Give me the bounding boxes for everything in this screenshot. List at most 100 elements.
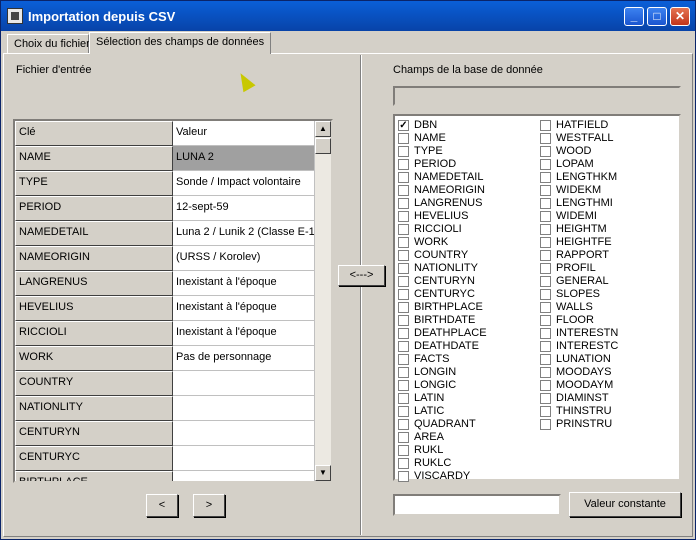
checkbox-box[interactable]: [398, 445, 409, 456]
checkbox-box[interactable]: [398, 432, 409, 443]
checkbox-box[interactable]: [398, 185, 409, 196]
title-bar[interactable]: Importation depuis CSV _ □ ✕: [1, 1, 695, 31]
table-row[interactable]: CENTURYC: [15, 446, 315, 471]
row-value[interactable]: [173, 471, 315, 481]
scroll-down-button[interactable]: ▼: [315, 465, 331, 481]
checkbox-label: DEATHDATE: [414, 340, 479, 352]
checkbox-box[interactable]: [398, 315, 409, 326]
checkbox-box[interactable]: [398, 302, 409, 313]
checkbox-box[interactable]: [540, 328, 551, 339]
row-value[interactable]: Pas de personnage: [173, 346, 315, 371]
checkbox-box[interactable]: [540, 159, 551, 170]
checkbox-box[interactable]: [398, 419, 409, 430]
constant-value-input[interactable]: [393, 494, 561, 516]
checkbox-box[interactable]: ✓: [398, 120, 409, 131]
table-row[interactable]: WORK Pas de personnage: [15, 346, 315, 371]
checkbox-box[interactable]: [398, 211, 409, 222]
checkbox-box[interactable]: [398, 458, 409, 469]
close-button[interactable]: ✕: [670, 7, 690, 26]
scroll-thumb[interactable]: [315, 138, 331, 154]
table-row[interactable]: NAMEDETAIL Luna 2 / Lunik 2 (Classe E-1A: [15, 221, 315, 246]
checkbox-box[interactable]: [398, 354, 409, 365]
checkbox-box[interactable]: [398, 328, 409, 339]
row-value[interactable]: [173, 396, 315, 421]
row-value[interactable]: [173, 371, 315, 396]
row-value[interactable]: LUNA 2: [173, 146, 315, 171]
table-row[interactable]: PERIOD 12-sept-59: [15, 196, 315, 221]
checkbox-box[interactable]: [398, 471, 409, 482]
checkbox-box[interactable]: [540, 250, 551, 261]
column-header-value[interactable]: Valeur: [173, 121, 315, 146]
checkbox-box[interactable]: [398, 276, 409, 287]
next-button[interactable]: >: [193, 494, 225, 517]
checkbox-box[interactable]: [398, 237, 409, 248]
row-value[interactable]: Inexistant à l'époque: [173, 321, 315, 346]
checkbox-box[interactable]: [398, 367, 409, 378]
checkbox-label: NAME: [414, 132, 446, 144]
checkbox-box[interactable]: [398, 146, 409, 157]
tab-selection-champs[interactable]: Sélection des champs de données: [89, 32, 271, 54]
table-row[interactable]: CENTURYN: [15, 421, 315, 446]
table-row[interactable]: BIRTHPLACE: [15, 471, 315, 481]
row-value[interactable]: (URSS / Korolev): [173, 246, 315, 271]
table-row[interactable]: LANGRENUS Inexistant à l'époque: [15, 271, 315, 296]
table-row[interactable]: NAME LUNA 2: [15, 146, 315, 171]
row-value[interactable]: Sonde / Impact volontaire: [173, 171, 315, 196]
checkbox-box[interactable]: [540, 354, 551, 365]
row-value[interactable]: Luna 2 / Lunik 2 (Classe E-1A: [173, 221, 315, 246]
previous-button[interactable]: <: [146, 494, 178, 517]
checkbox-box[interactable]: [540, 224, 551, 235]
checkbox-box[interactable]: [540, 146, 551, 157]
checkbox-box[interactable]: [398, 198, 409, 209]
table-row[interactable]: RICCIOLI Inexistant à l'époque: [15, 321, 315, 346]
checkbox-box[interactable]: [540, 367, 551, 378]
tab-choix-du-fichier[interactable]: Choix du fichier: [7, 34, 90, 54]
checkbox-box[interactable]: [540, 380, 551, 391]
checkbox-box[interactable]: [540, 315, 551, 326]
checkbox-box[interactable]: [540, 185, 551, 196]
checkbox-box[interactable]: [540, 263, 551, 274]
checkbox-box[interactable]: [540, 406, 551, 417]
checkbox-box[interactable]: [398, 133, 409, 144]
checkbox-box[interactable]: [540, 120, 551, 131]
checkbox-box[interactable]: [398, 250, 409, 261]
maximize-button[interactable]: □: [647, 7, 667, 26]
swap-button[interactable]: <--->: [338, 265, 385, 286]
checkbox-box[interactable]: [398, 263, 409, 274]
checkbox-box[interactable]: [398, 224, 409, 235]
checkbox-box[interactable]: [540, 419, 551, 430]
row-value[interactable]: [173, 421, 315, 446]
checkbox-box[interactable]: [540, 211, 551, 222]
table-row[interactable]: HEVELIUS Inexistant à l'époque: [15, 296, 315, 321]
checkbox-box[interactable]: [540, 289, 551, 300]
checkbox-box[interactable]: [398, 341, 409, 352]
minimize-button[interactable]: _: [624, 7, 644, 26]
checkbox-box[interactable]: [398, 406, 409, 417]
input-grid[interactable]: Clé Valeur NAME LUNA 2 TYPE Sonde / Impact …: [13, 119, 333, 483]
table-row[interactable]: NATIONLITY: [15, 396, 315, 421]
checkbox-box[interactable]: [398, 159, 409, 170]
table-row[interactable]: TYPE Sonde / Impact volontaire: [15, 171, 315, 196]
row-value[interactable]: 12-sept-59: [173, 196, 315, 221]
row-value[interactable]: Inexistant à l'époque: [173, 271, 315, 296]
checkbox-box[interactable]: [540, 172, 551, 183]
row-value[interactable]: Inexistant à l'époque: [173, 296, 315, 321]
checkbox-box[interactable]: [540, 302, 551, 313]
column-header-key[interactable]: Clé: [15, 121, 173, 146]
row-value[interactable]: [173, 446, 315, 471]
grid-scrollbar[interactable]: ▲ ▼: [315, 121, 331, 481]
constant-value-button[interactable]: Valeur constante: [569, 492, 681, 517]
checkbox-box[interactable]: [540, 341, 551, 352]
checkbox-box[interactable]: [540, 133, 551, 144]
checkbox-box[interactable]: [540, 237, 551, 248]
checkbox-box[interactable]: [540, 276, 551, 287]
checkbox-box[interactable]: [398, 393, 409, 404]
checkbox-box[interactable]: [540, 198, 551, 209]
table-row[interactable]: NAMEORIGIN (URSS / Korolev): [15, 246, 315, 271]
checkbox-box[interactable]: [398, 380, 409, 391]
checkbox-box[interactable]: [540, 393, 551, 404]
checkbox-box[interactable]: [398, 289, 409, 300]
table-row[interactable]: COUNTRY: [15, 371, 315, 396]
checkbox-box[interactable]: [398, 172, 409, 183]
scroll-up-button[interactable]: ▲: [315, 121, 331, 137]
